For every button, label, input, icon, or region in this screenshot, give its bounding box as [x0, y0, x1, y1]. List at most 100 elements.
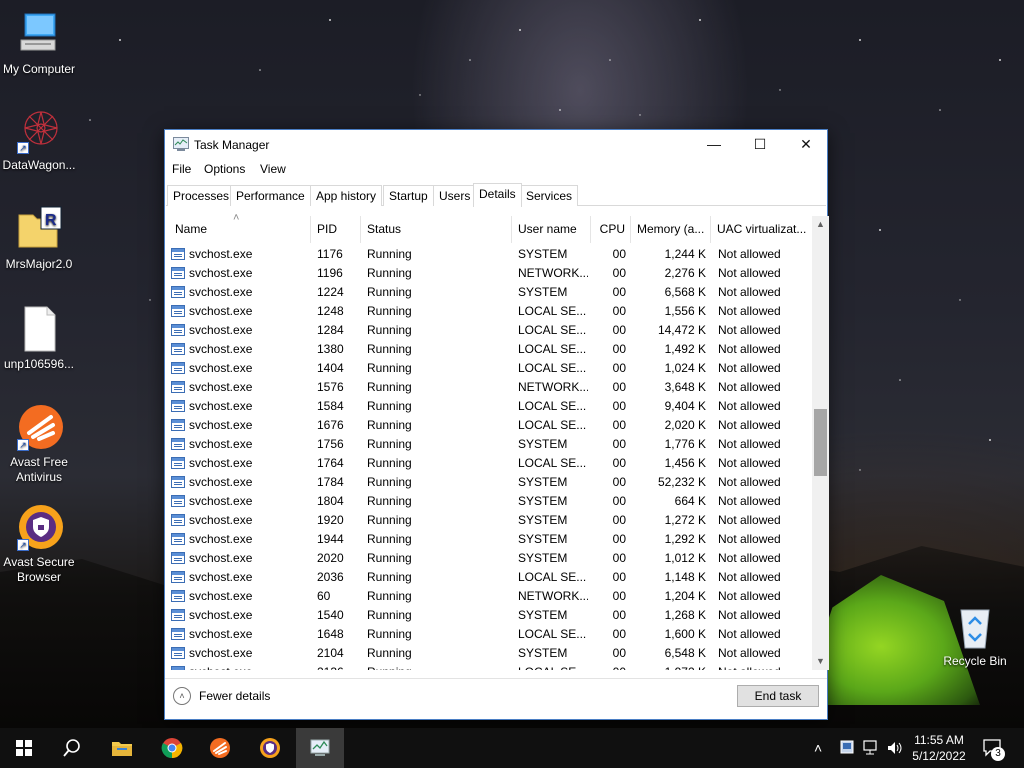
cell-pid: 2136	[317, 663, 357, 670]
tab-processes[interactable]: Processes	[167, 185, 236, 206]
scroll-down-icon[interactable]: ▼	[812, 653, 829, 670]
maximize-button[interactable]: ☐	[737, 130, 783, 159]
column-header-memory[interactable]: Memory (a...	[631, 216, 711, 243]
cell-user: SYSTEM	[518, 475, 568, 489]
vertical-scrollbar[interactable]: ▲ ▼	[812, 216, 829, 670]
desktop-icon-unp-file[interactable]: unp106596...	[0, 305, 78, 372]
table-row[interactable]: svchost.exe 1540 Running SYSTEM 00 1,268 K Not…	[169, 606, 814, 625]
cell-user: SYSTEM	[518, 247, 568, 261]
task-manager-window[interactable]: Task Manager — ☐ ✕ File Options View Pro…	[164, 129, 829, 720]
network-icon[interactable]	[862, 740, 880, 756]
cell-mem: 2,020 K	[664, 418, 706, 432]
menu-bar: File Options View	[165, 159, 827, 181]
table-row[interactable]: svchost.exe 2020 Running SYSTEM 00 1,012 K Not…	[169, 549, 814, 568]
scrollbar-thumb[interactable]	[814, 409, 827, 476]
close-button[interactable]: ✕	[783, 130, 829, 159]
minimize-button[interactable]: —	[691, 130, 737, 159]
start-button[interactable]	[0, 728, 48, 768]
taskbar-avast[interactable]	[196, 728, 244, 768]
table-row[interactable]: svchost.exe 1224 Running SYSTEM 00 6,568 K Not…	[169, 283, 814, 302]
cell-mem: 9,404 K	[664, 399, 706, 413]
table-row[interactable]: svchost.exe 1944 Running SYSTEM 00 1,292 K Not…	[169, 530, 814, 549]
fewer-details-link[interactable]: Fewer details	[199, 689, 270, 703]
taskbar-file-explorer[interactable]	[98, 728, 146, 768]
column-header-status[interactable]: Status	[361, 216, 512, 243]
table-row[interactable]: svchost.exe 1404 Running LOCAL SE... 00 1,024…	[169, 359, 814, 378]
table-row[interactable]: svchost.exe 1248 Running LOCAL SE... 00 1,556…	[169, 302, 814, 321]
system-clock[interactable]: 11:55 AM 5/12/2022	[905, 732, 973, 764]
tab-details[interactable]: Details	[473, 183, 522, 207]
cell-name: svchost.exe	[189, 456, 253, 470]
process-icon	[171, 305, 185, 317]
table-row[interactable]: svchost.exe 1676 Running LOCAL SE... 00 2,020…	[169, 416, 814, 435]
action-center-button[interactable]: 3	[982, 738, 1005, 761]
desktop-icon-mrsmajor[interactable]: R MrsMajor2.0	[0, 205, 78, 272]
tab-users[interactable]: Users	[433, 185, 477, 206]
desktop-icon-avast-browser[interactable]: ↗ Avast Secure Browser	[0, 503, 78, 585]
desktop-icon-my-computer[interactable]: My Computer	[0, 10, 78, 77]
cell-uac: Not allowed	[718, 437, 781, 451]
table-row[interactable]: svchost.exe 60 Running NETWORK... 00 1,204 K N…	[169, 587, 814, 606]
column-header-label: PID	[317, 222, 338, 236]
taskbar-task-manager[interactable]	[296, 728, 344, 768]
cell-status: Running	[367, 570, 412, 584]
scroll-up-icon[interactable]: ▲	[812, 216, 829, 233]
tab-services[interactable]: Services	[520, 185, 579, 206]
process-icon	[171, 324, 185, 336]
cell-cpu: 00	[612, 627, 626, 641]
tab-startup[interactable]: Startup	[383, 185, 434, 206]
table-row[interactable]: svchost.exe 1196 Running NETWORK... 00 2,276 …	[169, 264, 814, 283]
process-icon	[171, 590, 185, 602]
cell-status: Running	[367, 627, 412, 641]
shortcut-arrow-icon: ↗	[17, 142, 29, 154]
taskbar-avast-browser[interactable]	[246, 728, 294, 768]
show-hidden-icons-chevron[interactable]: ˄	[814, 740, 822, 768]
menu-file[interactable]: File	[172, 162, 191, 176]
cell-pid: 1648	[317, 627, 344, 641]
menu-options[interactable]: Options	[204, 162, 245, 176]
end-task-button[interactable]: End task	[737, 685, 819, 707]
cell-pid: 1920	[317, 513, 344, 527]
volume-icon[interactable]	[886, 740, 904, 756]
cell-name: svchost.exe	[189, 570, 253, 584]
column-header-pid[interactable]: PID	[311, 216, 361, 243]
table-row[interactable]: svchost.exe 1756 Running SYSTEM 00 1,776 K Not…	[169, 435, 814, 454]
table-row[interactable]: svchost.exe 2104 Running SYSTEM 00 6,548 K Not…	[169, 644, 814, 663]
table-row[interactable]: svchost.exe 1176 Running SYSTEM 00 1,244 K Not…	[169, 245, 814, 264]
title-bar[interactable]: Task Manager — ☐ ✕	[165, 130, 827, 159]
table-row[interactable]: svchost.exe 1584 Running LOCAL SE... 00 9,404…	[169, 397, 814, 416]
column-header-user-name[interactable]: User name	[512, 216, 591, 243]
desktop-icon-avast-antivirus[interactable]: ↗ Avast Free Antivirus	[0, 403, 78, 485]
table-row[interactable]: svchost.exe 1920 Running SYSTEM 00 1,272 K Not…	[169, 511, 814, 530]
desktop-icon-recycle-bin[interactable]: Recycle Bin	[936, 602, 1014, 669]
table-row[interactable]: svchost.exe 1284 Running LOCAL SE... 00 14,47…	[169, 321, 814, 340]
cell-pid: 1224	[317, 285, 344, 299]
tab-app-history[interactable]: App history	[310, 185, 383, 206]
search-button[interactable]	[48, 728, 96, 768]
table-row[interactable]: svchost.exe 1784 Running SYSTEM 00 52,232 K No…	[169, 473, 814, 492]
tab-performance[interactable]: Performance	[230, 185, 311, 206]
column-header-cpu[interactable]: CPU	[591, 216, 631, 243]
keyboard-layout-icon[interactable]	[840, 740, 854, 756]
table-row[interactable]: svchost.exe 1576 Running NETWORK... 00 3,648 …	[169, 378, 814, 397]
avast-browser-icon	[260, 738, 280, 758]
cell-user: LOCAL SE...	[518, 361, 587, 375]
process-icon	[171, 362, 185, 374]
desktop-icon-datawagon[interactable]: ↗ DataWagon...	[0, 106, 78, 173]
table-row[interactable]: svchost.exe 2136 Running LOCAL SE...00 1,972…	[169, 663, 814, 670]
process-icon	[171, 571, 185, 583]
column-header-uac[interactable]: UAC virtualizat...	[711, 216, 814, 243]
table-row[interactable]: svchost.exe 1804 Running SYSTEM 00 664 K Not a…	[169, 492, 814, 511]
table-row[interactable]: svchost.exe 1764 Running LOCAL SE... 00 1,456…	[169, 454, 814, 473]
cell-cpu: 00	[612, 437, 626, 451]
cell-mem: 1,292 K	[664, 532, 706, 546]
taskbar-chrome[interactable]	[148, 728, 196, 768]
table-row[interactable]: svchost.exe 1380 Running LOCAL SE... 00 1,492…	[169, 340, 814, 359]
menu-view[interactable]: View	[260, 162, 286, 176]
cell-status: Running	[367, 608, 412, 622]
table-row[interactable]: svchost.exe 2036 Running LOCAL SE... 00 1,148…	[169, 568, 814, 587]
chevron-up-circle-icon[interactable]: ˄	[173, 687, 191, 705]
table-row[interactable]: svchost.exe 1648 Running LOCAL SE... 00 1,600…	[169, 625, 814, 644]
column-header-name[interactable]: Name	[169, 216, 311, 243]
desktop-icon-label: unp106596...	[3, 357, 75, 371]
